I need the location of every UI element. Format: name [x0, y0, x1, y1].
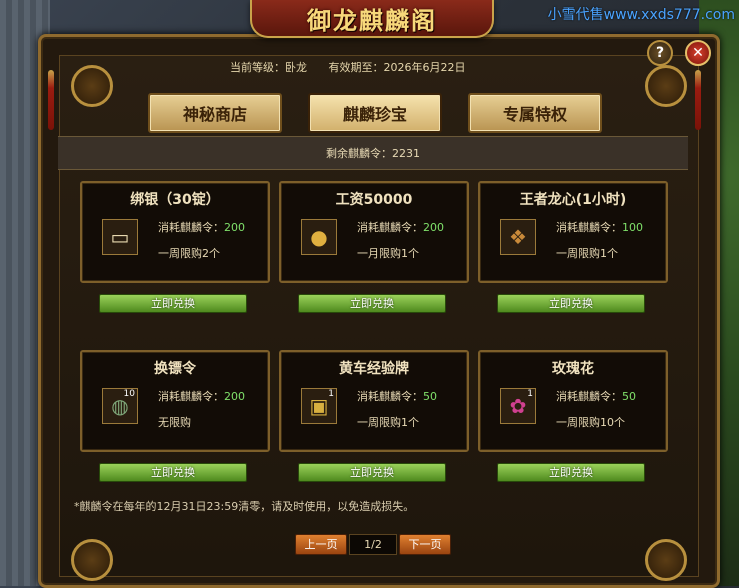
- item-cost: 消耗麒麟令：200: [158, 390, 245, 403]
- corner-ornament: [71, 65, 113, 107]
- tab-mystery-shop[interactable]: 神秘商店: [148, 93, 282, 133]
- next-page-button[interactable]: 下一页: [399, 534, 451, 555]
- redeem-button[interactable]: 立即兑换: [99, 294, 247, 313]
- item-name: 换镖令: [154, 361, 196, 377]
- item-card: 绑银（30锭） ▭ 消耗麒麟令：200 一周限购2个: [80, 181, 270, 283]
- item-cost: 消耗麒麟令：200: [357, 221, 444, 234]
- close-icon: ✕: [692, 45, 704, 61]
- prev-page-button[interactable]: 上一页: [295, 534, 347, 555]
- corner-ornament: [645, 65, 687, 107]
- item-card: 换镖令 ◍ 10 消耗麒麟令：200 无限购: [80, 350, 270, 452]
- escort-token-icon[interactable]: ◍ 10: [102, 388, 138, 424]
- item-name: 绑银（30锭）: [130, 192, 220, 208]
- tab-qilin-treasure[interactable]: 麒麟珍宝: [308, 93, 442, 133]
- page-indicator: 1/2: [349, 534, 397, 555]
- item-cost: 消耗麒麟令：50: [556, 390, 636, 403]
- expiry-date: 有效期至：2026年6月22日: [328, 61, 466, 74]
- reset-note: *麒麟令在每年的12月31日23:59清零，请及时使用，以免造成损失。: [74, 500, 415, 513]
- item-card: 王者龙心(1小时) ❖ 消耗麒麟令：100 一周限购1个: [478, 181, 668, 283]
- help-button[interactable]: ?: [647, 40, 673, 66]
- item-limit: 一周限购1个: [556, 247, 618, 260]
- item-name: 玫瑰花: [552, 361, 594, 377]
- tassel-ornament: [48, 70, 54, 130]
- redeem-button[interactable]: 立即兑换: [99, 463, 247, 482]
- gold-coins-icon[interactable]: ●: [301, 219, 337, 255]
- redeem-button[interactable]: 立即兑换: [497, 294, 645, 313]
- dragon-heart-icon[interactable]: ❖: [500, 219, 536, 255]
- redeem-button[interactable]: 立即兑换: [298, 463, 446, 482]
- rose-icon[interactable]: ✿ 1: [500, 388, 536, 424]
- watermark: 小雪代售www.xxds777.com: [547, 7, 735, 23]
- item-limit: 一月限购1个: [357, 247, 419, 260]
- item-limit: 一周限购1个: [357, 416, 419, 429]
- item-cost: 消耗麒麟令：50: [357, 390, 437, 403]
- item-name: 王者龙心(1小时): [519, 192, 627, 208]
- redeem-button[interactable]: 立即兑换: [298, 294, 446, 313]
- info-row: 当前等级：卧龙 有效期至：2026年6月22日: [230, 59, 484, 75]
- remaining-tokens: 剩余麒麟令：2231: [58, 136, 688, 170]
- tab-exclusive-privilege[interactable]: 专属特权: [468, 93, 602, 133]
- item-card: 黄车经验牌 ▣ 1 消耗麒麟令：50 一周限购1个: [279, 350, 469, 452]
- silver-ingot-icon[interactable]: ▭: [102, 219, 138, 255]
- yellow-cart-icon[interactable]: ▣ 1: [301, 388, 337, 424]
- corner-ornament: [645, 539, 687, 581]
- close-button[interactable]: ✕: [685, 40, 711, 66]
- help-icon: ?: [655, 45, 665, 61]
- item-limit: 一周限购10个: [556, 416, 625, 429]
- item-cost: 消耗麒麟令：200: [158, 221, 245, 234]
- item-card: 工资50000 ● 消耗麒麟令：200 一月限购1个: [279, 181, 469, 283]
- title-banner: 御龙麒麟阁: [250, 0, 494, 38]
- item-name: 工资50000: [335, 192, 413, 208]
- window-title: 御龙麒麟阁: [307, 5, 437, 35]
- item-limit: 无限购: [158, 416, 191, 429]
- item-card: 玫瑰花 ✿ 1 消耗麒麟令：50 一周限购10个: [478, 350, 668, 452]
- item-limit: 一周限购2个: [158, 247, 220, 260]
- corner-ornament: [71, 539, 113, 581]
- item-name: 黄车经验牌: [339, 361, 409, 377]
- current-level: 当前等级：卧龙: [230, 61, 307, 74]
- tassel-ornament: [695, 70, 701, 130]
- item-cost: 消耗麒麟令：100: [556, 221, 643, 234]
- redeem-button[interactable]: 立即兑换: [497, 463, 645, 482]
